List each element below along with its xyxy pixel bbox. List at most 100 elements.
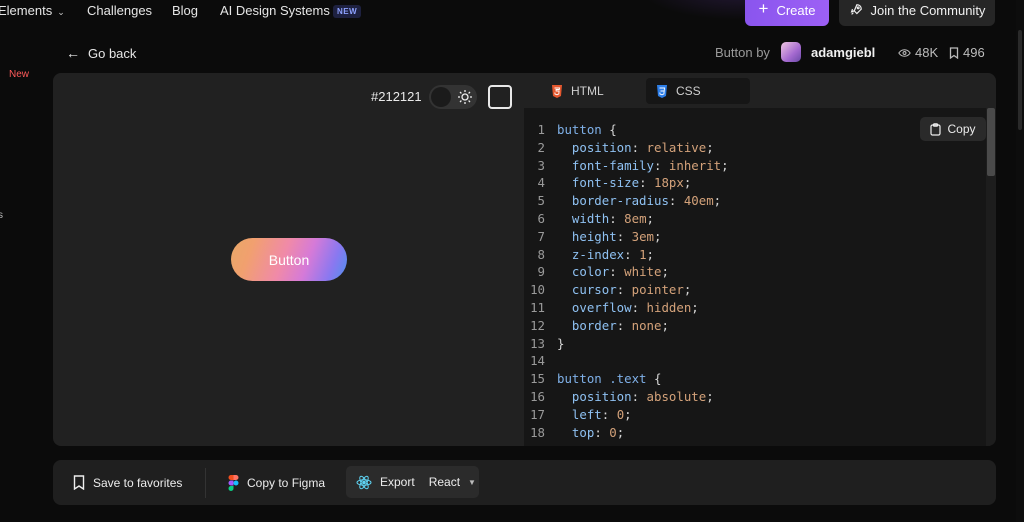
tab-html-label: HTML: [571, 84, 604, 98]
tab-css[interactable]: CSS: [646, 78, 750, 104]
code-line: 16 position: absolute;: [524, 388, 729, 406]
code-line: 10 cursor: pointer;: [524, 281, 729, 299]
editor-scrollbar[interactable]: [986, 108, 996, 446]
line-number: 17: [530, 406, 545, 422]
figma-label: Copy to Figma: [247, 475, 326, 490]
code-line: 12 border: none;: [524, 317, 729, 335]
nav-ai-design-systems[interactable]: AI Design Systems: [220, 3, 330, 18]
css-value: 3em: [631, 228, 654, 244]
react-icon: [356, 475, 372, 489]
css-property: font-family: [571, 157, 654, 173]
bookmark-icon: [949, 46, 959, 59]
join-community-label: Join the Community: [870, 2, 986, 18]
code-text: cursor: pointer;: [571, 282, 692, 298]
css-value: inherit: [668, 157, 722, 173]
copy-code-button[interactable]: Copy: [920, 117, 986, 141]
code-editor[interactable]: 1 button {2 position: relative; 3 font-fam…: [524, 108, 996, 446]
code-line: 17 left: 0;: [524, 406, 729, 424]
code-text: button {: [557, 121, 617, 139]
code-line: 14: [524, 352, 729, 370]
bottom-toolbar: Save to favorites Copy to Figma Export R…: [53, 460, 996, 505]
author-name[interactable]: adamgiebl: [811, 45, 875, 60]
framework-label: React: [428, 475, 461, 489]
create-button[interactable]: + Create: [745, 0, 829, 26]
go-back-label: Go back: [88, 45, 137, 61]
code-text: position: absolute;: [571, 388, 714, 404]
css-property: cursor: [571, 282, 617, 298]
save-label: Save to favorites: [93, 475, 183, 490]
theme-toggle[interactable]: [429, 85, 477, 109]
code-punctuation: }: [557, 335, 565, 351]
nav-blog[interactable]: Blog: [172, 3, 198, 18]
css-property: position: [571, 139, 632, 155]
chevron-down-icon: ▼: [468, 477, 476, 487]
background-hex[interactable]: #212121: [371, 89, 422, 104]
scrollbar-thumb[interactable]: [987, 108, 995, 176]
line-number: 14: [530, 353, 545, 369]
css-property: z-index: [571, 246, 625, 262]
css-property: height: [571, 228, 617, 244]
code-text: font-size: 18px;: [571, 175, 692, 191]
line-number: 10: [530, 282, 545, 298]
sun-icon: [458, 90, 472, 104]
avatar[interactable]: [781, 42, 801, 62]
author-prefix: Button by: [715, 45, 770, 60]
css-property: overflow: [571, 299, 632, 315]
code-text: font-family: inherit;: [571, 157, 729, 173]
code-line: 9 color: white;: [524, 263, 729, 281]
element-card: #212121 Button HTML CSS 1 button {2 posit…: [53, 73, 996, 446]
save-to-favorites-button[interactable]: Save to favorites: [73, 460, 182, 505]
code-text: button .text {: [557, 370, 661, 388]
background-picker-button[interactable]: [488, 85, 512, 109]
code-text: z-index: 1;: [571, 246, 654, 262]
line-number: 15: [530, 371, 545, 387]
export-dropdown[interactable]: Export React ▼: [346, 466, 479, 498]
css-value: 40em: [683, 193, 714, 209]
views-value: 48K: [915, 45, 939, 60]
line-number: 3: [537, 157, 545, 173]
page-scrollbar-thumb[interactable]: [1018, 30, 1022, 130]
code-line: 8 z-index: 1;: [524, 246, 729, 264]
code-text: border-radius: 40em;: [571, 193, 722, 209]
line-number: 18: [530, 424, 545, 440]
css-value: white: [624, 264, 662, 280]
rocket-icon: [850, 4, 862, 15]
code-line: 3 font-family: inherit;: [524, 157, 729, 175]
preview-button[interactable]: Button: [231, 238, 347, 281]
sidebar-new-label[interactable]: New: [9, 69, 29, 80]
sidebar-fragment: s: [0, 210, 3, 221]
code-text: }: [557, 335, 564, 353]
code-text: overflow: hidden;: [571, 299, 699, 315]
copy-to-figma-button[interactable]: Copy to Figma: [228, 460, 325, 505]
code-line: 1 button {: [524, 121, 729, 139]
css-value: relative: [646, 139, 707, 155]
copy-label: Copy: [947, 122, 976, 136]
line-number: 5: [537, 193, 545, 209]
plus-icon: +: [758, 0, 769, 18]
toolbar-divider: [205, 468, 206, 498]
line-number: 4: [537, 175, 545, 191]
css-property: border-radius: [571, 193, 669, 209]
code-text: border: none;: [571, 317, 669, 333]
css-value: 8em: [624, 210, 647, 226]
go-back-link[interactable]: ← Go back: [66, 45, 136, 61]
code-line: 6 width: 8em;: [524, 210, 729, 228]
toggle-knob: [431, 87, 451, 107]
css-selector: button: [557, 122, 602, 137]
export-label: Export: [380, 475, 415, 489]
tab-html[interactable]: HTML: [543, 78, 643, 104]
saves-count[interactable]: 496: [949, 45, 985, 60]
tab-css-label: CSS: [676, 84, 701, 98]
page-scrollbar[interactable]: [1016, 0, 1024, 522]
line-number: 11: [530, 299, 545, 315]
line-number: 9: [537, 264, 545, 280]
code-line: 5 border-radius: 40em;: [524, 192, 729, 210]
code-line: 2 position: relative;: [524, 139, 729, 157]
nav-challenges[interactable]: Challenges: [87, 3, 152, 18]
css-property: color: [571, 264, 610, 280]
join-community-button[interactable]: Join the Community: [839, 0, 995, 26]
css-property: position: [571, 388, 632, 404]
line-number: 13: [530, 335, 545, 351]
top-nav: Elements ⌄ Challenges Blog AI Design Syst…: [0, 0, 1024, 26]
nav-elements[interactable]: Elements ⌄: [0, 3, 65, 18]
